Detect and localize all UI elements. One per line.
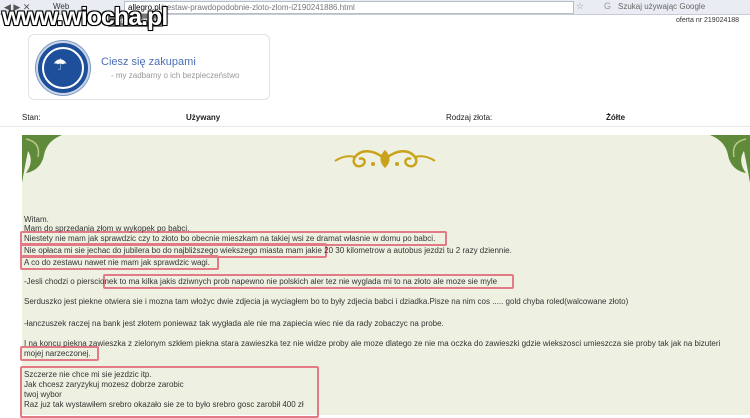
description-line: twoj wybor [24,390,62,399]
item-attributes: Stan: Używany Rodzaj złota: Żółte [0,108,750,127]
buyer-protection-badge-icon: ☂ [36,41,90,95]
protection-title[interactable]: Ciesz się zakupami [101,56,196,68]
description-line: Szczerze nie chce mi sie jezdzic itp. [24,370,152,379]
offer-number: oferta nr 219024188 [676,17,740,24]
condition-value: Używany [186,113,221,122]
description-line: Serduszko jest piekne otwiera sie i mozn… [24,297,629,306]
corner-ornament-left-icon [22,135,62,183]
description-line: -łanczuszek raczej na bank jest złotem p… [24,319,444,328]
description-line: Jak chcesz zaryzykuj mozesz dobrze zarob… [24,380,184,389]
description-line: Nie opłaca mi sie jechac do jubilera bo … [24,246,512,255]
address-bar[interactable]: allegro.pl/zestaw-prawdopodobnie-zloto-z… [124,1,574,14]
corner-ornament-right-icon [710,135,750,183]
gold-ornament-icon [334,150,436,168]
protection-subtitle: - my zadbamy o ich bezpieczeństwo [111,71,240,80]
watermark: www.wiocha.pl [2,3,168,31]
url-path: /zestaw-prawdopodobnie-zloto-zlom-i21902… [160,3,355,12]
gold-type-value: Żółte [606,113,626,122]
buyer-protection-box[interactable]: ☂ Ciesz się zakupami - my zadbamy o ich … [28,34,270,100]
umbrella-icon: ☂ [53,57,68,74]
gold-type-label: Rodzaj złota: [446,113,493,122]
description-line: Witam. [24,215,49,224]
description-line: A co do zestawu nawet nie mam jak sprawd… [24,258,210,267]
description-line: mojej narzeczonej. [24,349,91,358]
description-line: I na koncu piekna zawieszka z zielonym s… [24,339,721,348]
google-search-icon: G [604,1,612,11]
search-box[interactable]: Szukaj używając Google [618,2,705,11]
description-line: Mam do sprzedania złom w wykopek po babc… [24,224,190,233]
condition-label: Stan: [22,113,41,122]
bookmark-star-icon[interactable]: ☆ [576,1,584,12]
item-description: Witam. Mam do sprzedania złom w wykopek … [20,135,750,418]
description-line: Niestety nie mam jak sprawdzic czy to zł… [24,234,436,243]
description-line: Raz juz tak wystawiłem srebro okazało si… [24,400,304,409]
description-line: -Jesli chodzi o pierscionek to ma kilka … [24,277,498,286]
